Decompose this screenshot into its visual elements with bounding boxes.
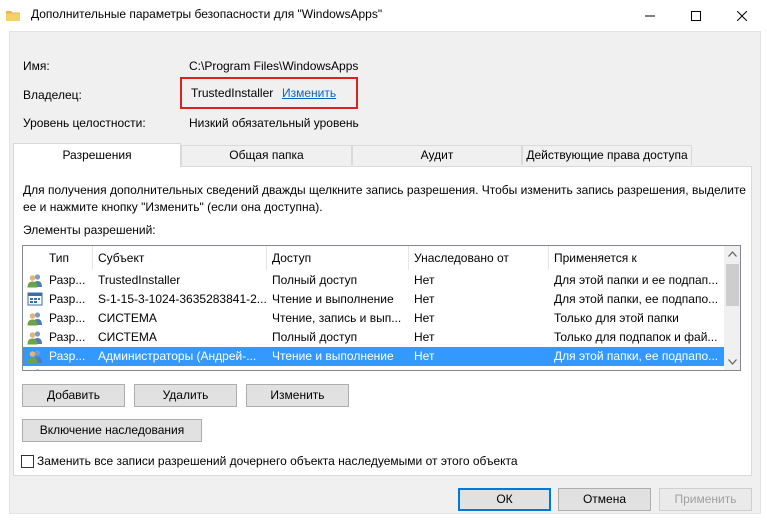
column-header-principal[interactable]: Субъект [93, 246, 267, 270]
table-row[interactable]: Разр... СИСТЕМА Полный доступ Нет Только для… [23, 328, 724, 347]
ok-button[interactable]: ОК [458, 488, 551, 511]
close-button[interactable] [719, 0, 765, 31]
replace-child-permissions-checkbox[interactable] [21, 455, 34, 468]
edit-button[interactable]: Изменить [246, 384, 349, 407]
cell-applies: Для этой папки, ее подпапо... [554, 292, 719, 306]
replace-child-permissions-label: Заменить все записи разрешений дочернего… [37, 454, 518, 468]
cell-access: Чтение, запись и вып... [272, 311, 402, 325]
cell-inherited: Нет [414, 292, 435, 306]
name-value: C:\Program Files\WindowsApps [189, 59, 359, 73]
cell-access: Полный доступ [272, 330, 358, 344]
cell-access: Полный доступ [272, 273, 358, 287]
cell-applies: Только для этой папки [554, 311, 679, 325]
list-scrollbar[interactable] [724, 246, 740, 370]
cell-inherited: Нет [414, 330, 435, 344]
maximize-button[interactable] [673, 0, 719, 31]
cell-type: Разр... [49, 366, 93, 370]
cell-access: Чтение и выполнение [272, 292, 394, 306]
users-icon [27, 312, 42, 326]
scrollbar-thumb[interactable] [726, 264, 739, 306]
tab-effective-access[interactable]: Действующие права доступа [522, 145, 692, 165]
tab-share[interactable]: Общая папка [181, 145, 352, 165]
cell-type: Разр... [49, 349, 86, 363]
integrity-label: Уровень целостности: [23, 116, 146, 130]
column-header-applies[interactable]: Применяется к [549, 246, 724, 270]
cell-type: Разр... [49, 292, 86, 306]
cell-applies: Для этой папки, ее подпапо... [554, 366, 724, 370]
owner-highlight-box [180, 77, 358, 109]
cell-principal: СИСТЕМА [98, 330, 157, 344]
close-icon [737, 10, 747, 21]
cell-principal: LOCAL SERVICE [98, 366, 267, 370]
cell-inherited: Нет [414, 273, 435, 287]
add-button[interactable]: Добавить [22, 384, 125, 407]
users-icon [27, 331, 42, 345]
scroll-up-icon[interactable] [728, 251, 737, 257]
minimize-icon [645, 15, 655, 16]
cancel-button[interactable]: Отмена [558, 488, 651, 511]
permissions-description: Для получения дополнительных сведений дв… [23, 183, 746, 214]
cell-applies: Только для подпапок и фай... [554, 330, 718, 344]
cell-inherited: Нет [414, 366, 549, 370]
cell-inherited: Нет [414, 349, 435, 363]
users-icon [27, 350, 42, 364]
cell-principal: S-1-15-3-1024-3635283841-2... [98, 292, 267, 306]
cell-principal: Администраторы (Андрей-... [98, 349, 257, 363]
title-bar: Дополнительные параметры безопасности дл… [0, 0, 767, 31]
app-package-icon [27, 292, 43, 306]
cell-inherited: Нет [414, 311, 435, 325]
permission-entries-list[interactable]: Тип Субъект Доступ Унаследовано от Приме… [22, 245, 741, 371]
folder-icon [6, 11, 20, 21]
table-row[interactable]: Разр... Администраторы (Андрей-... Чтение … [23, 347, 724, 366]
users-icon [35, 369, 40, 370]
table-row[interactable]: Разр... СИСТЕМА Чтение, запись и вып... Нет… [23, 309, 724, 328]
column-header-inherited[interactable]: Унаследовано от [409, 246, 549, 270]
cell-access: Чтение и выполнение [272, 349, 394, 363]
cell-access: Чтение и выполнение [272, 366, 409, 370]
enable-inheritance-button[interactable]: Включение наследования [22, 419, 202, 442]
column-header-access[interactable]: Доступ [267, 246, 409, 270]
cell-principal: СИСТЕМА [98, 311, 157, 325]
cell-applies: Для этой папки и ее подпап... [554, 273, 719, 287]
table-row[interactable]: Разр... S-1-15-3-1024-3635283841-2... Чтен… [23, 290, 724, 309]
cell-type: Разр... [49, 330, 86, 344]
tab-permissions[interactable]: Разрешения [13, 143, 181, 167]
cell-principal: TrustedInstaller [98, 273, 181, 287]
minimize-button[interactable] [627, 0, 673, 31]
permission-entries-label: Элементы разрешений: [23, 223, 156, 237]
name-label: Имя: [23, 59, 50, 73]
table-row[interactable]: Разр... TrustedInstaller Полный доступ Нет Д… [23, 271, 724, 290]
users-icon [27, 274, 42, 288]
maximize-icon [691, 10, 701, 21]
apply-button[interactable]: Применить [659, 488, 752, 511]
tab-audit[interactable]: Аудит [352, 145, 522, 165]
remove-button[interactable]: Удалить [134, 384, 237, 407]
window-title: Дополнительные параметры безопасности дл… [31, 7, 383, 21]
owner-label: Владелец: [23, 88, 82, 102]
cell-type: Разр... [49, 273, 86, 287]
table-row[interactable]: Разр... LOCAL SERVICE Чтение и выполнение Н… [23, 366, 724, 370]
scroll-down-icon[interactable] [728, 359, 737, 365]
cell-type: Разр... [49, 311, 86, 325]
integrity-value: Низкий обязательный уровень [189, 116, 359, 130]
column-header-type[interactable]: Тип [23, 246, 93, 270]
cell-applies: Для этой папки, ее подпапо... [554, 349, 719, 363]
